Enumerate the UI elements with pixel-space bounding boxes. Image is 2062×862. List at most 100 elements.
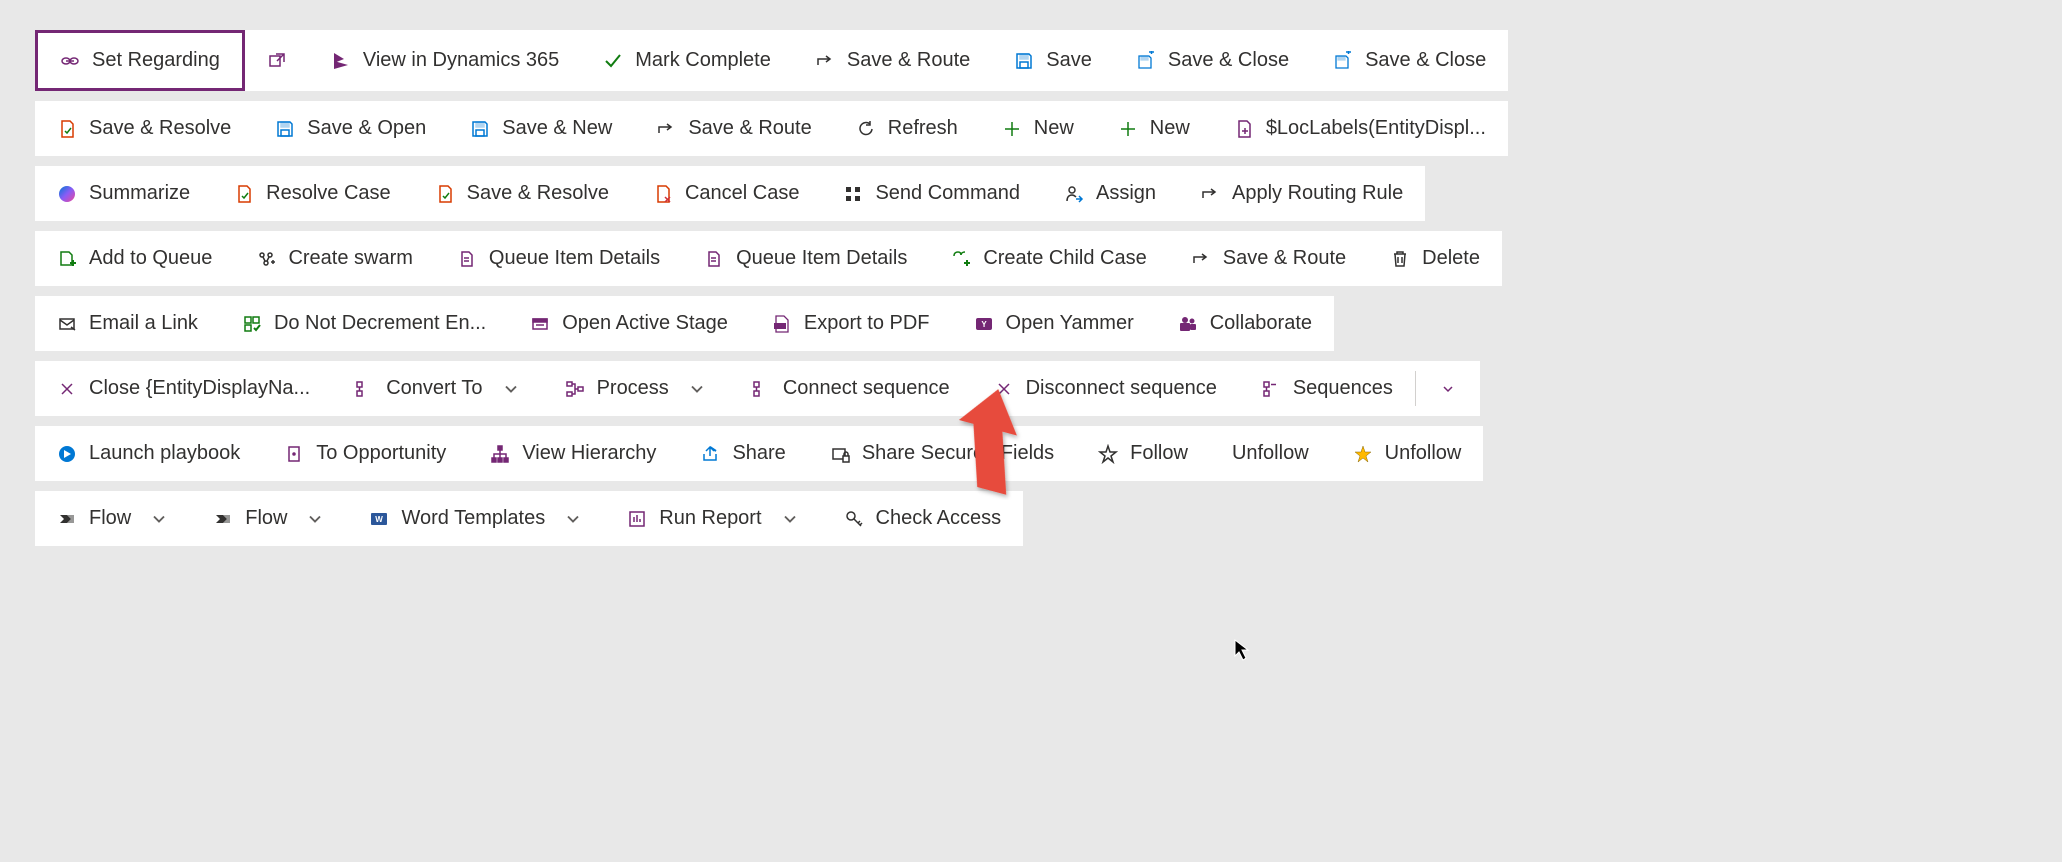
refresh-button[interactable]: Refresh xyxy=(834,101,980,156)
plus-icon xyxy=(1118,119,1138,139)
button-label: Add to Queue xyxy=(89,247,212,270)
mail-icon xyxy=(57,314,77,334)
save-button[interactable]: Save xyxy=(992,30,1114,91)
new-button-1[interactable]: New xyxy=(980,101,1096,156)
run-report-button[interactable]: Run Report xyxy=(605,491,821,546)
cursor-pointer-annotation xyxy=(1233,638,1253,664)
button-label: Mark Complete xyxy=(635,49,771,72)
queue-details-button-2[interactable]: Queue Item Details xyxy=(682,231,929,286)
swarm-icon xyxy=(256,249,276,269)
open-active-stage-button[interactable]: Open Active Stage xyxy=(508,296,750,351)
follow-button[interactable]: Follow xyxy=(1076,426,1210,481)
button-label: Save & Route xyxy=(847,49,970,72)
save-route-button-3[interactable]: Save & Route xyxy=(1169,231,1368,286)
share-secured-button[interactable]: Share Secured Fields xyxy=(808,426,1076,481)
x-icon xyxy=(994,379,1014,399)
button-label: View Hierarchy xyxy=(522,442,656,465)
create-child-case-button[interactable]: Create Child Case xyxy=(929,231,1168,286)
set-regarding-button[interactable]: Set Regarding xyxy=(35,30,245,91)
button-label: New xyxy=(1034,117,1074,140)
new-button-2[interactable]: New xyxy=(1096,101,1212,156)
button-label: Open Active Stage xyxy=(562,312,728,335)
stage-icon xyxy=(530,314,550,334)
link-icon xyxy=(60,51,80,71)
dynamics-icon xyxy=(331,51,351,71)
toolbar-row-0: Set Regarding View in Dynamics 365 Mark Co… xyxy=(35,30,1508,91)
email-link-button[interactable]: Email a Link xyxy=(35,296,220,351)
save-resolve-button-1[interactable]: Save & Resolve xyxy=(35,101,253,156)
route-arrow-icon xyxy=(656,119,676,139)
export-pdf-button[interactable]: PDFExport to PDF xyxy=(750,296,952,351)
button-label: Share Secured Fields xyxy=(862,442,1054,465)
process-icon xyxy=(565,379,585,399)
open-yammer-button[interactable]: YOpen Yammer xyxy=(952,296,1156,351)
collaborate-button[interactable]: Collaborate xyxy=(1156,296,1334,351)
refresh-icon xyxy=(856,119,876,139)
flow-button-1[interactable]: Flow xyxy=(35,491,191,546)
flow-icon xyxy=(57,509,77,529)
launch-playbook-button[interactable]: Launch playbook xyxy=(35,426,262,481)
to-opportunity-button[interactable]: To Opportunity xyxy=(262,426,468,481)
loc-labels-button[interactable]: $LocLabels(EntityDispl... xyxy=(1212,101,1508,156)
button-label: Share xyxy=(732,442,785,465)
save-close-button-1[interactable]: Save & Close xyxy=(1114,30,1311,91)
assign-button[interactable]: Assign xyxy=(1042,166,1178,221)
trash-icon xyxy=(1390,249,1410,269)
queue-details-button-1[interactable]: Queue Item Details xyxy=(435,231,682,286)
add-to-queue-button[interactable]: Add to Queue xyxy=(35,231,234,286)
chevron-down-icon xyxy=(305,509,325,529)
page-check-icon xyxy=(57,119,77,139)
save-icon xyxy=(470,119,490,139)
mark-complete-button[interactable]: Mark Complete xyxy=(581,30,793,91)
connect-sequence-button[interactable]: Connect sequence xyxy=(729,361,972,416)
view-hierarchy-button[interactable]: View Hierarchy xyxy=(468,426,678,481)
child-case-icon xyxy=(951,249,971,269)
button-label: Export to PDF xyxy=(804,312,930,335)
star-fill-icon xyxy=(1353,444,1373,464)
button-label: Check Access xyxy=(876,507,1002,530)
sequences-icon xyxy=(1261,379,1281,399)
cancel-case-button[interactable]: Cancel Case xyxy=(631,166,822,221)
save-route-button-2[interactable]: Save & Route xyxy=(634,101,833,156)
button-label: Save & Close xyxy=(1168,49,1289,72)
send-command-button[interactable]: Send Command xyxy=(821,166,1042,221)
popout-button[interactable] xyxy=(245,30,309,91)
unfollow-button-1[interactable]: Unfollow xyxy=(1210,426,1331,481)
summarize-button[interactable]: Summarize xyxy=(35,166,212,221)
svg-text:W: W xyxy=(376,515,384,524)
button-label: Refresh xyxy=(888,117,958,140)
save-open-button[interactable]: Save & Open xyxy=(253,101,448,156)
create-swarm-button[interactable]: Create swarm xyxy=(234,231,434,286)
button-label: Launch playbook xyxy=(89,442,240,465)
sequences-button[interactable]: Sequences xyxy=(1239,361,1415,416)
share-button[interactable]: Share xyxy=(678,426,807,481)
save-close-button-2[interactable]: Save & Close xyxy=(1311,30,1508,91)
route-arrow-icon xyxy=(815,51,835,71)
hierarchy-icon xyxy=(490,444,510,464)
do-not-decrement-button[interactable]: Do Not Decrement En... xyxy=(220,296,508,351)
convert-icon xyxy=(354,379,374,399)
popout-icon xyxy=(267,51,287,71)
save-new-button[interactable]: Save & New xyxy=(448,101,634,156)
check-icon xyxy=(603,51,623,71)
unfollow-button-2[interactable]: Unfollow xyxy=(1331,426,1484,481)
button-label: Save & Route xyxy=(688,117,811,140)
process-button[interactable]: Process xyxy=(543,361,729,416)
toolbar-row-5: Close {EntityDisplayNa...Convert ToProce… xyxy=(35,361,1480,416)
button-label: Create swarm xyxy=(288,247,412,270)
flow-button-2[interactable]: Flow xyxy=(191,491,347,546)
button-label: Disconnect sequence xyxy=(1026,377,1217,400)
close-entity-button[interactable]: Close {EntityDisplayNa... xyxy=(35,361,332,416)
resolve-case-button[interactable]: Resolve Case xyxy=(212,166,413,221)
disconnect-sequence-button[interactable]: Disconnect sequence xyxy=(972,361,1239,416)
view-in-dynamics-button[interactable]: View in Dynamics 365 xyxy=(309,30,581,91)
convert-to-button[interactable]: Convert To xyxy=(332,361,542,416)
apply-routing-button[interactable]: Apply Routing Rule xyxy=(1178,166,1425,221)
delete-button[interactable]: Delete xyxy=(1368,231,1502,286)
save-resolve-button-2[interactable]: Save & Resolve xyxy=(413,166,631,221)
check-access-button[interactable]: Check Access xyxy=(822,491,1024,546)
person-arrow-icon xyxy=(1064,184,1084,204)
save-route-button-1[interactable]: Save & Route xyxy=(793,30,992,91)
word-templates-button[interactable]: WWord Templates xyxy=(347,491,605,546)
sequences-dropdown[interactable] xyxy=(1416,361,1480,416)
